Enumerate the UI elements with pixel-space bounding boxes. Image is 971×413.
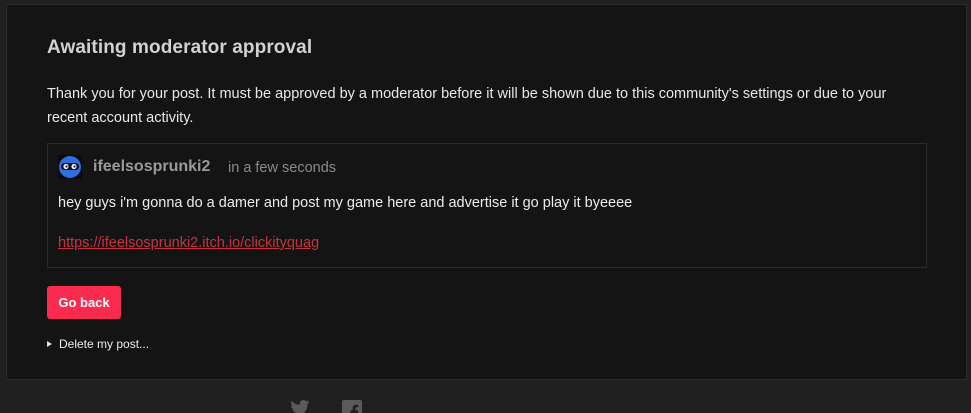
delete-post-toggle[interactable]: Delete my post... [47, 337, 149, 351]
facebook-icon[interactable] [342, 400, 362, 413]
avatar-icon[interactable] [58, 155, 82, 179]
post-timestamp: in a few seconds [228, 160, 337, 176]
approval-message: Thank you for your post. It must be appr… [47, 86, 887, 126]
post-body: hey guys i'm gonna do a damer and post m… [58, 195, 633, 211]
delete-post-label: Delete my post... [59, 337, 150, 351]
post-link[interactable]: https://ifeelsosprunki2.itch.io/clickity… [58, 235, 319, 251]
go-back-button[interactable]: Go back [47, 286, 121, 319]
approval-card: Awaiting moderator approval Thank you fo… [6, 4, 967, 380]
caret-right-icon [47, 341, 52, 347]
page-title: Awaiting moderator approval [47, 37, 313, 58]
post-username[interactable]: ifeelsosprunki2 [93, 158, 210, 176]
post-preview: ifeelsosprunki2 in a few seconds hey guy… [47, 143, 927, 268]
twitter-icon[interactable] [290, 400, 310, 413]
